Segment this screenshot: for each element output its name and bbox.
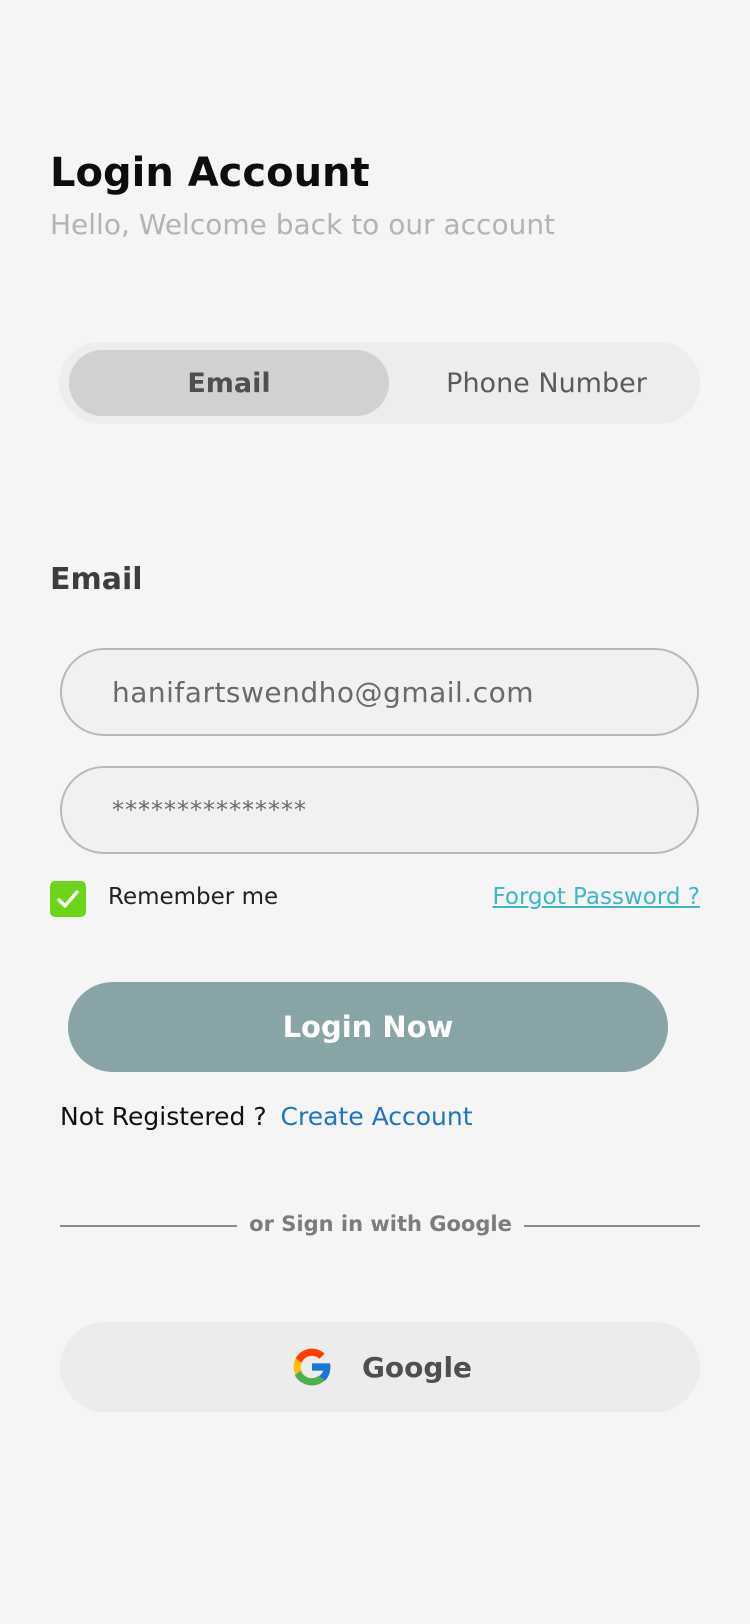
password-field[interactable] [110,795,674,825]
email-label: Email [50,562,143,597]
google-sign-in-button[interactable]: Google [60,1322,700,1412]
login-button[interactable]: Login Now [68,982,668,1072]
page-title: Login Account [50,150,370,196]
checkmark-icon [57,890,79,908]
divider-line-right [524,1225,700,1227]
email-field[interactable] [110,674,674,710]
remember-me-label: Remember me [108,884,279,910]
create-account-link[interactable]: Create Account [281,1102,473,1131]
password-field-container [60,766,699,854]
not-registered-text: Not Registered ? [60,1102,267,1131]
remember-me-checkbox[interactable] [50,881,86,917]
forgot-password-link[interactable]: Forgot Password ? [493,884,700,910]
google-button-label: Google [361,1350,473,1384]
divider-text: or Sign in with Google [249,1212,512,1236]
google-icon [288,1343,336,1391]
tab-email[interactable]: Email [69,350,389,416]
email-field-container [60,648,699,736]
tab-phone-number[interactable]: Phone Number [399,350,694,416]
page-subtitle: Hello, Welcome back to our account [50,208,556,241]
register-prompt: Not Registered ? Create Account [60,1102,473,1131]
login-method-toggle: Email Phone Number [59,342,700,424]
divider-line-left [60,1225,237,1227]
